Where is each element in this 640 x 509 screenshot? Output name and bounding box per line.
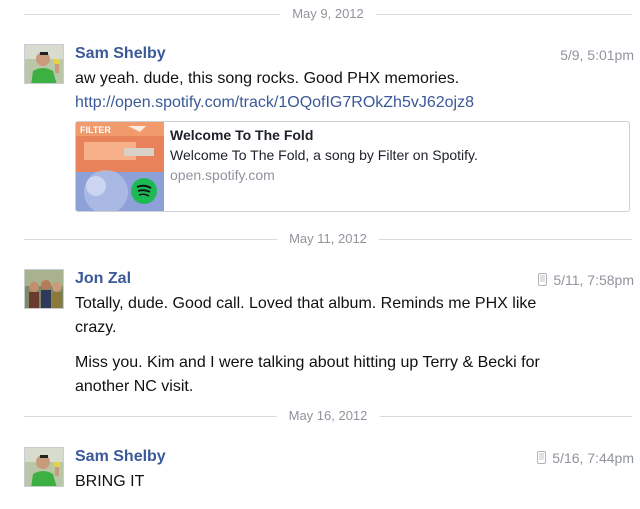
album-thumbnail: FILTER	[76, 122, 164, 211]
message-paragraph: Totally, dude. Good call. Loved that alb…	[75, 295, 537, 336]
message-body: BRING IT	[75, 470, 634, 494]
message: Jon Zal 5/11, 7:58pm Totally, dude. Good…	[24, 269, 634, 395]
message-text: BRING IT	[75, 473, 145, 490]
message: Sam Shelby 5/16, 7:44pm BRING IT	[24, 447, 634, 497]
card-description: Welcome To The Fold, a song by Filter on…	[170, 147, 478, 163]
message-timestamp-text: 5/11, 7:58pm	[553, 272, 634, 288]
message-paragraph: Miss you. Kim and I were talking about h…	[75, 354, 540, 395]
author-name[interactable]: Sam Shelby	[75, 44, 166, 64]
date-divider: May 16, 2012	[24, 406, 632, 426]
avatar-photo	[25, 270, 63, 308]
date-divider: May 11, 2012	[24, 229, 632, 249]
mobile-phone-icon	[537, 449, 547, 469]
album-title-text: FILTER	[80, 125, 111, 135]
divider-date: May 16, 2012	[276, 406, 380, 426]
divider-date: May 11, 2012	[277, 229, 379, 249]
date-divider: May 9, 2012	[24, 4, 632, 24]
message-timestamp: 5/9, 5:01pm	[560, 47, 634, 63]
avatar[interactable]	[24, 269, 64, 309]
message-body: aw yeah. dude, this song rocks. Good PHX…	[75, 67, 634, 115]
message-text: aw yeah. dude, this song rocks. Good PHX…	[75, 70, 460, 87]
shared-link[interactable]: http://open.spotify.com/track/1OQofIG7RO…	[75, 94, 474, 111]
card-domain: open.spotify.com	[170, 167, 275, 183]
avatar[interactable]	[24, 44, 64, 84]
avatar-photo	[25, 448, 63, 486]
mobile-phone-icon	[538, 271, 548, 291]
avatar-photo	[25, 45, 63, 83]
author-name[interactable]: Jon Zal	[75, 269, 131, 289]
link-preview-card[interactable]: FILTER Welcome To The Fold Welcome To Th…	[75, 121, 630, 212]
card-title[interactable]: Welcome To The Fold	[170, 125, 313, 145]
author-name[interactable]: Sam Shelby	[75, 447, 166, 467]
message-body: Totally, dude. Good call. Loved that alb…	[75, 292, 634, 399]
message: Sam Shelby 5/9, 5:01pm aw yeah. dude, th…	[24, 44, 634, 214]
message-timestamp-text: 5/16, 7:44pm	[552, 450, 634, 466]
divider-date: May 9, 2012	[280, 4, 376, 24]
message-timestamp: 5/16, 7:44pm	[537, 448, 634, 469]
message-timestamp: 5/11, 7:58pm	[538, 270, 634, 291]
avatar[interactable]	[24, 447, 64, 487]
